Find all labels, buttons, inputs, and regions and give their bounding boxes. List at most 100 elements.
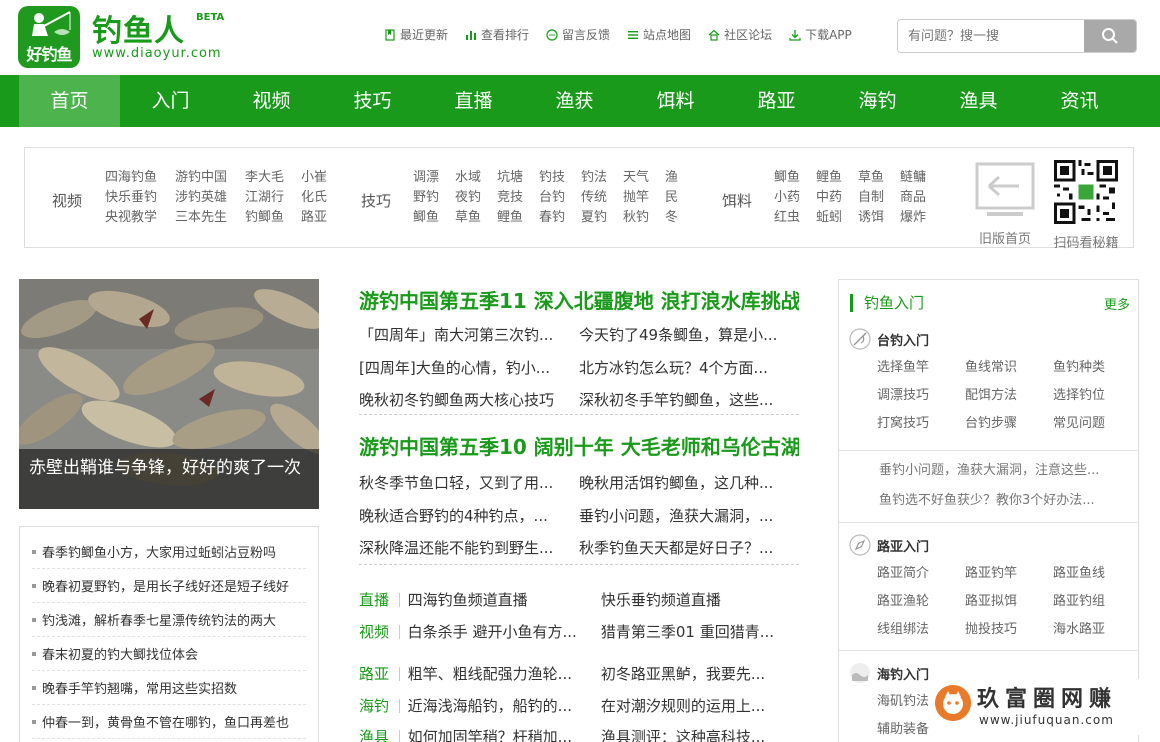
article-link[interactable]: 在对潮汐规则的运用上...	[601, 695, 799, 716]
category-link[interactable]: 冬	[665, 208, 685, 228]
category-link[interactable]: 鲤鱼	[816, 168, 858, 188]
section-title-haidiao[interactable]: 海钓入门	[849, 662, 929, 684]
mainnav-lure[interactable]: 路亚	[726, 75, 827, 127]
sidebar-link[interactable]: 路亚拟饵	[965, 588, 1053, 616]
category-link[interactable]: 路亚	[301, 208, 341, 228]
article-link[interactable]: 粗竿、粗线配强力渔轮...	[408, 663, 601, 684]
category-link[interactable]: 鲫鱼	[413, 208, 455, 228]
article-link[interactable]: 秋冬季节鱼口轻，又到了用...	[359, 472, 579, 493]
search-input[interactable]	[898, 20, 1084, 52]
sidebar-link[interactable]: 海水路亚	[1053, 616, 1141, 644]
category-tag[interactable]: 视频	[359, 621, 392, 642]
site-name[interactable]: 钓鱼人	[92, 6, 185, 50]
category-link[interactable]: 渔	[665, 168, 685, 188]
mainnav-sea-fishing[interactable]: 海钓	[827, 75, 928, 127]
mainnav-live[interactable]: 直播	[423, 75, 524, 127]
sidebar-link[interactable]: 路亚渔轮	[877, 588, 965, 616]
category-link[interactable]: 天气	[623, 168, 665, 188]
article-link[interactable]: 「四周年」南大河第三次钓...	[359, 324, 579, 345]
section-title-taidiao[interactable]: 台钓入门	[849, 328, 929, 350]
sidebar-link[interactable]: 路亚鱼线	[1053, 560, 1141, 588]
category-link[interactable]: 三本先生	[175, 208, 245, 228]
article-link[interactable]: 猎青第三季01 重回猎青...	[601, 621, 799, 642]
mainnav-skills[interactable]: 技巧	[322, 75, 423, 127]
sidebar-link[interactable]: 打窝技巧	[877, 410, 965, 438]
category-tag[interactable]: 直播	[359, 589, 392, 610]
article-link[interactable]: 近海浅海船钓，船钓的...	[408, 695, 601, 716]
category-link[interactable]: 钓技	[539, 168, 581, 188]
category-link[interactable]: 李大毛	[245, 168, 301, 188]
category-link[interactable]: 野钓	[413, 188, 455, 208]
sidebar-link[interactable]: 鱼线常识	[965, 354, 1053, 382]
headline-1[interactable]: 游钓中国第五季11 深入北疆腹地 浪打浪水库挑战	[359, 285, 799, 314]
category-link[interactable]: 鲫鱼	[774, 168, 816, 188]
sidebar-note[interactable]: 垂钓小问题，渔获大漏洞，注意这些...	[879, 459, 1129, 478]
category-link[interactable]: 蚯蚓	[816, 208, 858, 228]
category-link[interactable]: 台钓	[539, 188, 581, 208]
list-item[interactable]: 春末初夏的钓大鲫找位体会	[32, 637, 306, 671]
topnav-recent-updates[interactable]: 最近更新	[384, 26, 448, 43]
category-link[interactable]: 爆炸	[900, 208, 942, 228]
sidebar-link[interactable]: 台钓步骤	[965, 410, 1053, 438]
sidebar-link[interactable]: 配饵方法	[965, 382, 1053, 410]
section-title-luya[interactable]: 路亚入门	[849, 534, 929, 556]
feature-slide[interactable]: 赤壁出鞘谁与争锋，好好的爽了一次	[19, 279, 319, 509]
topnav-feedback[interactable]: 留言反馈	[546, 26, 610, 43]
sidebar-link[interactable]: 调漂技巧	[877, 382, 965, 410]
category-link[interactable]: 鲤鱼	[497, 208, 539, 228]
list-item[interactable]: 钓浅滩，解析春季七星漂传统钓法的两大	[32, 603, 306, 637]
sidebar-link[interactable]: 选择鱼竿	[877, 354, 965, 382]
category-link[interactable]: 商品	[900, 188, 942, 208]
category-link[interactable]: 草鱼	[858, 168, 900, 188]
category-link[interactable]: 中药	[816, 188, 858, 208]
category-link[interactable]: 诱饵	[858, 208, 900, 228]
list-item[interactable]: 春季钓鲫鱼小方，大家用过蚯蚓沾豆粉吗	[32, 535, 306, 569]
article-link[interactable]: 深秋初冬手竿钓鲫鱼，这些...	[579, 389, 799, 410]
mainnav-beginner[interactable]: 入门	[120, 75, 221, 127]
category-link[interactable]: 夜钓	[455, 188, 497, 208]
sidebar-link[interactable]: 路亚钓组	[1053, 588, 1141, 616]
sidebar-link[interactable]: 路亚简介	[877, 560, 965, 588]
article-link[interactable]: 四海钓鱼频道直播	[408, 589, 601, 610]
category-tag[interactable]: 渔具	[359, 726, 392, 742]
article-link[interactable]: 垂钓小问题，渔获大漏洞，...	[579, 505, 799, 526]
article-link[interactable]: 秋季钓鱼天天都是好日子？...	[579, 537, 799, 558]
category-link[interactable]: 坑塘	[497, 168, 539, 188]
article-link[interactable]: 晚秋适合野钓的4种钓点，...	[359, 505, 579, 526]
category-link[interactable]: 自制	[858, 188, 900, 208]
category-link[interactable]: 钓鲫鱼	[245, 208, 301, 228]
mainnav-home[interactable]: 首页	[19, 75, 120, 127]
article-link[interactable]: 如何加固竿稍？杆稍加...	[408, 726, 601, 742]
article-link[interactable]: 北方冰钓怎么玩？4个方面...	[579, 357, 799, 378]
category-tag[interactable]: 海钓	[359, 695, 392, 716]
category-link[interactable]: 传统	[581, 188, 623, 208]
mainnav-news[interactable]: 资讯	[1029, 75, 1130, 127]
article-link[interactable]: 白条杀手 避开小鱼有方...	[408, 621, 601, 642]
category-link[interactable]: 小崔	[301, 168, 341, 188]
article-link[interactable]: 今天钓了49条鲫鱼，算是小...	[579, 324, 799, 345]
mainnav-catch[interactable]: 渔获	[524, 75, 625, 127]
article-link[interactable]: 初冬路亚黑鲈，我要先...	[601, 663, 799, 684]
category-link[interactable]: 调漂	[413, 168, 455, 188]
topnav-forum[interactable]: 社区论坛	[708, 26, 772, 43]
old-home-link[interactable]: 旧版首页	[975, 162, 1035, 247]
qr-code-block[interactable]: 扫码看秘籍	[1051, 160, 1121, 251]
mainnav-bait[interactable]: 饵料	[625, 75, 726, 127]
search-button[interactable]	[1084, 20, 1136, 52]
category-link[interactable]: 快乐垂钓	[105, 188, 175, 208]
category-link[interactable]: 游钓中国	[175, 168, 245, 188]
article-link[interactable]: 晚秋用活饵钓鲫鱼，这几种...	[579, 472, 799, 493]
category-link[interactable]: 四海钓鱼	[105, 168, 175, 188]
topnav-sitemap[interactable]: 站点地图	[627, 26, 691, 43]
topnav-download-app[interactable]: 下载APP	[789, 26, 852, 43]
category-link[interactable]: 涉钓英雄	[175, 188, 245, 208]
article-link[interactable]: [四周年]大鱼的心情，钓小...	[359, 357, 579, 378]
article-link[interactable]: 深秋降温还能不能钓到野生...	[359, 537, 579, 558]
topnav-ranking[interactable]: 查看排行	[465, 26, 529, 43]
mainnav-video[interactable]: 视频	[221, 75, 322, 127]
category-link[interactable]: 竞技	[497, 188, 539, 208]
category-link[interactable]: 红虫	[774, 208, 816, 228]
category-link[interactable]: 小药	[774, 188, 816, 208]
sidebar-link[interactable]: 选择钓位	[1053, 382, 1141, 410]
mainnav-tackle[interactable]: 渔具	[928, 75, 1029, 127]
